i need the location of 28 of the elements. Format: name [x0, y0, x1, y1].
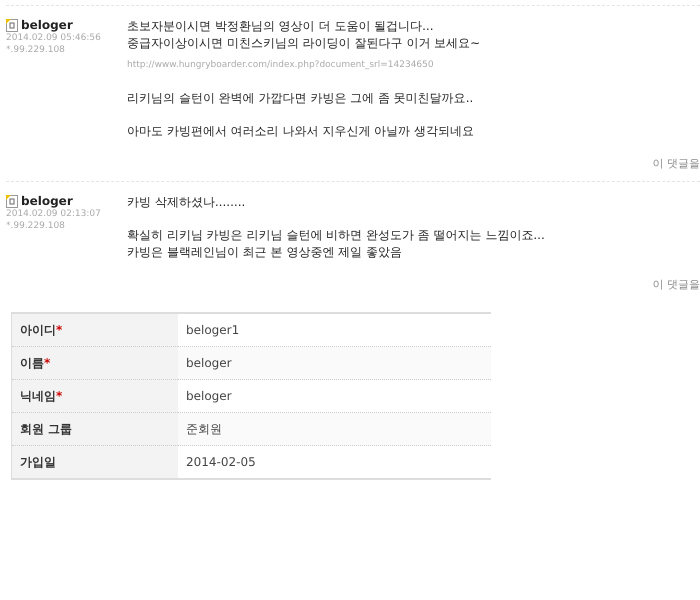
ip-address: *.99.229.108 [6, 220, 66, 232]
field-label: 이름* [12, 346, 178, 380]
required-mark: * [56, 322, 62, 336]
field-value: beloger [178, 346, 491, 380]
url-link[interactable]: http://www.hungryboarder.com/index.php?document_srl=14234650 [127, 60, 434, 70]
field-value: 준회원 [178, 412, 491, 446]
member-icon [6, 18, 18, 32]
field-label: 회원 그룹 [12, 412, 178, 446]
comment-text: 초보자분이시면 박정환님의 영상이 더 도움이 될겁니다... 중급자이상이시면 미친스키님의 라이딩이 잘된다구 이거 보세요~ [127, 18, 482, 52]
required-mark: * [56, 388, 62, 402]
field-value: beloger1 [178, 313, 491, 346]
comment-text: 리키님의 슬턴이 완벽에 가깝다면 카빙은 그에 좀 못미친달까요.. [127, 90, 474, 107]
comment-text: 카빙 삭제하셨나........ [127, 194, 246, 211]
ip-address: *.99.229.108 [6, 44, 66, 56]
author-name[interactable]: beloger [21, 194, 73, 208]
comment-date: 2014.02.09 02:13:07 [6, 208, 102, 220]
member-icon [6, 194, 18, 208]
field-value: 2014-02-05 [178, 446, 491, 479]
required-mark: * [44, 356, 50, 370]
reply-link[interactable]: 이 댓글을 [652, 277, 700, 292]
comment-text: 확실히 리키님 카빙은 리키님 슬턴에 비하면 완성도가 좀 떨어지는 느낌이죠... 카빙은 블랙레인님이 최근 본 영상중엔 제일 좋았음 [127, 227, 546, 261]
author-name[interactable]: beloger [21, 18, 73, 32]
reply-link[interactable]: 이 댓글을 [652, 156, 700, 171]
field-label: 가입일 [12, 446, 178, 479]
field-label: 닉네임* [12, 380, 178, 412]
comment-date: 2014.02.09 05:46:56 [6, 32, 102, 44]
comment-text: 아마도 카빙편에서 여러소리 나와서 지우신게 아닐까 생각되네요 [127, 123, 475, 140]
field-label: 아이디* [12, 313, 178, 346]
